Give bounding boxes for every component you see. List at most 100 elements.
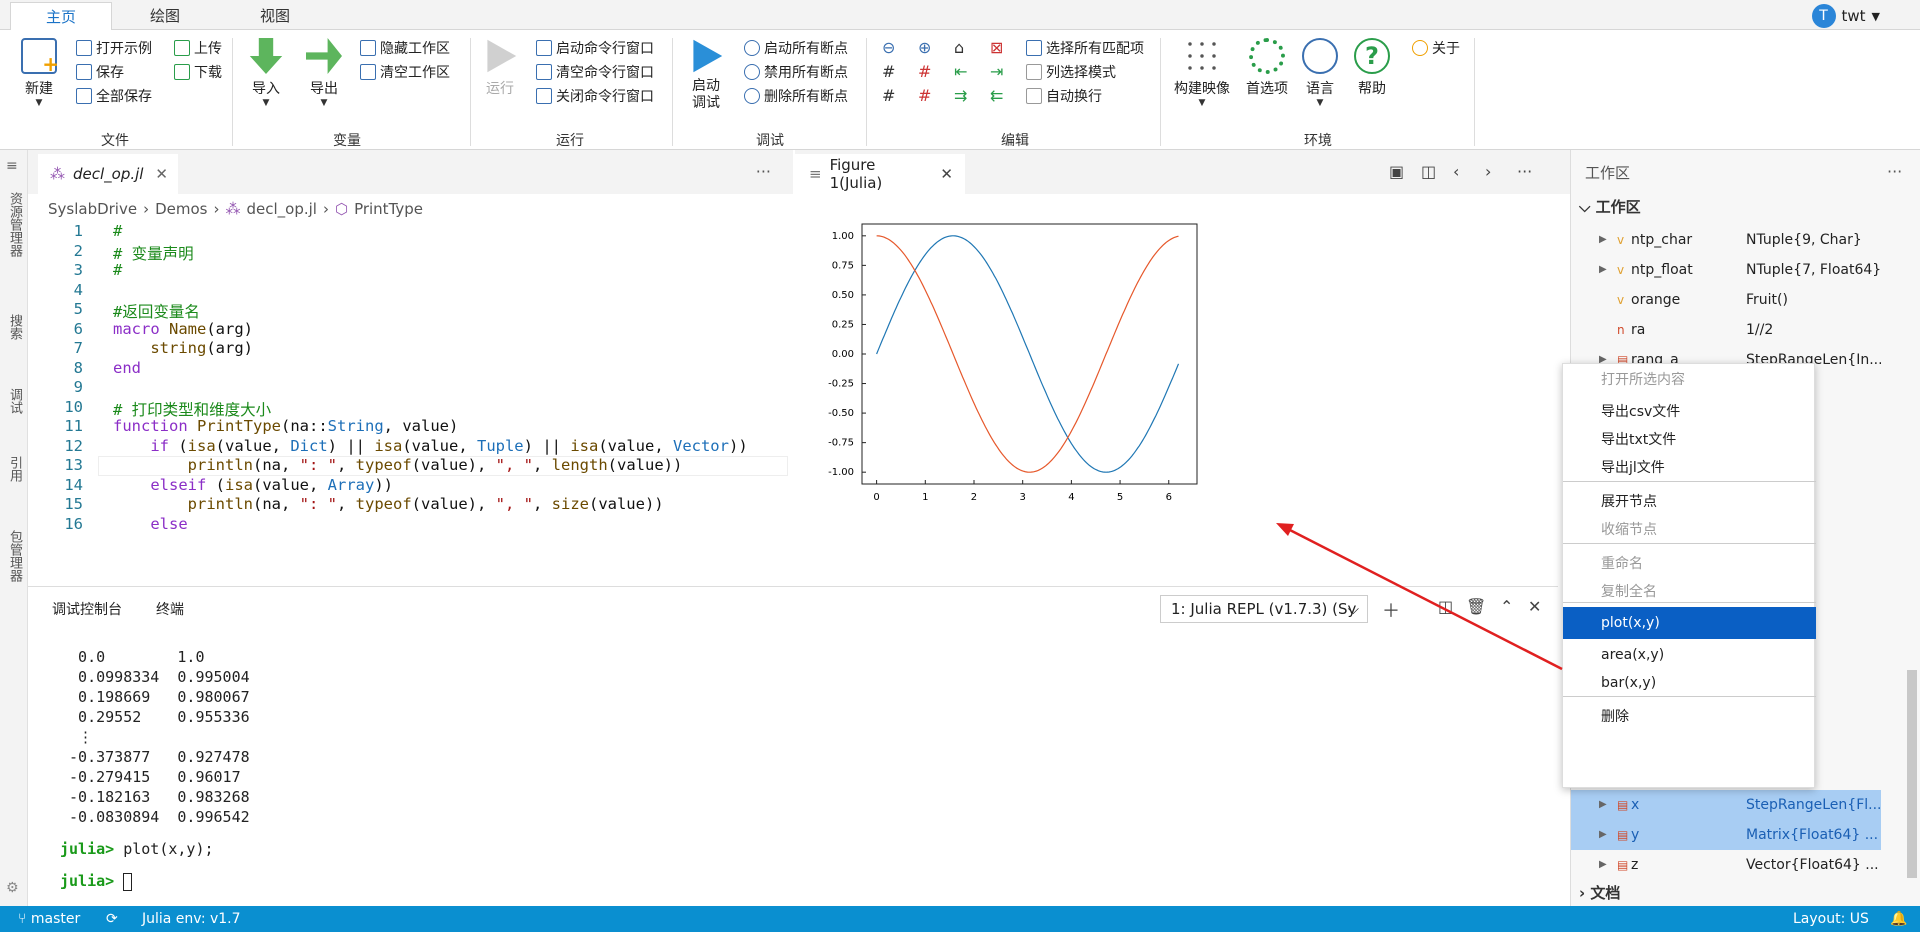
settings-gear-icon[interactable]: ⚙ [6, 880, 19, 896]
menu-icon[interactable]: ≡ [6, 158, 18, 174]
activity-debug[interactable]: 调试 [6, 388, 22, 414]
code-editor[interactable]: 1 #2 # 变量声明 3 #4 5 #返回变量名 6 macro Name(arg) 7 str… [28, 222, 793, 586]
save-button[interactable]: 保存 [76, 62, 124, 82]
delete-breakpoints-button[interactable]: 删除所有断点 [744, 86, 848, 106]
block-uncomment-icon[interactable]: # [918, 86, 931, 105]
clear-cmd-button[interactable]: 清空命令行窗口 [536, 62, 654, 82]
activity-references[interactable]: 引用 [6, 456, 22, 482]
build-image-button[interactable]: 构建映像 ▼ [1170, 38, 1234, 108]
expand-icon[interactable]: ▶ [1599, 225, 1607, 255]
outdent-icon[interactable]: ⇇ [990, 86, 1003, 105]
expand-icon[interactable]: ▶ [1599, 255, 1607, 285]
repl-select[interactable]: 1: Julia REPL (v1.7.3) (Sy ⌵ [1160, 595, 1368, 623]
context-menu-item[interactable]: plot(x,y) [1563, 607, 1816, 639]
workspace-row[interactable]: ▶ v ntp_char NTuple{9, Char} [1571, 225, 1881, 255]
workspace-row[interactable]: n ra 1//2 [1571, 315, 1881, 345]
run-button[interactable]: 运行 [478, 38, 522, 98]
new-button[interactable]: + 新建 ▼ [14, 38, 64, 108]
import-button[interactable]: 导入 ▼ [244, 38, 288, 108]
language-button[interactable]: 语言 ▼ [1300, 38, 1340, 108]
crumb-root[interactable]: SyslabDrive [48, 200, 137, 218]
figure-tab[interactable]: ≡ Figure 1(Julia) ✕ [795, 154, 965, 194]
activity-packages[interactable]: 包管理器 [6, 530, 22, 582]
enable-breakpoints-button[interactable]: 启动所有断点 [744, 38, 848, 58]
export-button[interactable]: 导出 ▼ [302, 38, 346, 108]
context-menu-item[interactable]: 导出jl文件 [1563, 452, 1816, 484]
activity-explorer[interactable]: 资源管理器 [6, 192, 22, 257]
notification-bell-icon[interactable]: 🔔 [1890, 906, 1907, 932]
open-example-button[interactable]: 打开示例 [76, 38, 152, 58]
next-bookmark-icon[interactable]: ⇥ [990, 62, 1003, 81]
comment-icon[interactable]: # [882, 62, 895, 81]
block-comment-icon[interactable]: # [882, 86, 895, 105]
workspace-row[interactable]: ▶ ▤ y Matrix{Float64} ... [1571, 820, 1881, 850]
tab-view[interactable]: 视图 [230, 2, 320, 30]
upload-button[interactable]: 上传 [174, 38, 222, 58]
expand-icon[interactable]: ▶ [1599, 790, 1607, 820]
preferences-button[interactable]: 首选项 [1242, 38, 1292, 98]
close-icon[interactable]: ✕ [155, 165, 168, 183]
tab-debug-console[interactable]: 调试控制台 [52, 599, 122, 619]
editor-tab[interactable]: ⁂ decl_op.jl ✕ [38, 154, 178, 194]
chevron-right-icon[interactable]: › [1485, 162, 1491, 181]
start-cmd-button[interactable]: 启动命令行窗口 [536, 38, 654, 58]
select-all-matches-button[interactable]: 选择所有匹配项 [1026, 38, 1144, 58]
auto-wrap-checkbox[interactable]: 自动换行 [1026, 86, 1102, 106]
expand-icon[interactable]: ▶ [1599, 820, 1607, 850]
indent-icon[interactable]: ⇉ [954, 86, 967, 105]
save-figure-icon[interactable]: ▣ [1389, 162, 1404, 181]
repl-output[interactable]: 0.0 1.0 0.0998334 0.995004 0.198669 0.98… [60, 647, 250, 891]
uncomment-icon[interactable]: # [918, 62, 931, 81]
docs-section[interactable]: › 文档 [1579, 882, 1620, 903]
workspace-row[interactable]: ▶ ▤ x StepRangeLen{Fl... [1571, 790, 1881, 820]
tab-home[interactable]: 主页 [10, 2, 112, 30]
clear-bookmark-icon[interactable]: ⊠ [990, 38, 1003, 57]
arrow-left-circle-icon[interactable]: ⊖ [882, 38, 895, 57]
user-menu[interactable]: T twt ▼ [1811, 4, 1880, 28]
bookmark-icon[interactable]: ⌂ [954, 38, 964, 57]
disable-breakpoints-button[interactable]: 禁用所有断点 [744, 62, 848, 82]
workspace-row[interactable]: ▶ ▤ z Vector{Float64} ... [1571, 850, 1881, 880]
sync-icon[interactable]: ⟳ [106, 906, 118, 932]
split-terminal-icon[interactable]: ◫ [1438, 597, 1453, 616]
clear-workspace-button[interactable]: 清空工作区 [360, 62, 450, 82]
about-button[interactable]: 关于 [1412, 38, 1460, 58]
prev-bookmark-icon[interactable]: ⇤ [954, 62, 967, 81]
add-terminal-icon[interactable]: ＋ [1382, 597, 1400, 623]
layout-indicator[interactable]: Layout: US [1793, 906, 1869, 932]
tab-plot[interactable]: 绘图 [120, 2, 210, 30]
trash-icon[interactable]: 🗑 [1466, 597, 1486, 616]
start-debug-button[interactable]: 启动 调试 [682, 38, 730, 112]
workspace-row[interactable]: ▶ v ntp_float NTuple{7, Float64} [1571, 255, 1881, 285]
workspace-section[interactable]: ⌵ 工作区 [1579, 196, 1641, 217]
close-panel-icon[interactable]: ✕ [1528, 597, 1541, 616]
more-icon[interactable]: ··· [756, 162, 771, 181]
arrow-right-circle-icon[interactable]: ⊕ [918, 38, 931, 57]
more-icon[interactable]: ··· [1887, 162, 1902, 181]
repl-input-line[interactable]: julia> [60, 871, 250, 891]
context-menu-item[interactable]: 删除 [1563, 701, 1816, 733]
context-menu-item[interactable]: 收缩节点 [1563, 514, 1816, 546]
chevron-left-icon[interactable]: ‹ [1453, 162, 1459, 181]
crumb-symbol[interactable]: PrintType [354, 200, 423, 218]
activity-search[interactable]: 搜索 [6, 314, 22, 340]
more-icon[interactable]: ··· [1517, 162, 1532, 181]
expand-icon[interactable]: ▶ [1599, 850, 1607, 880]
save-all-button[interactable]: 全部保存 [76, 86, 152, 106]
context-menu-item[interactable]: 复制全名 [1563, 576, 1816, 608]
split-editor-icon[interactable]: ◫ [1421, 162, 1436, 181]
chevron-up-icon[interactable]: ⌃ [1500, 597, 1513, 616]
crumb-file[interactable]: decl_op.jl [246, 200, 316, 218]
workspace-row[interactable]: v orange Fruit() [1571, 285, 1881, 315]
crumb-folder[interactable]: Demos [155, 200, 207, 218]
julia-env[interactable]: Julia env: v1.7 [142, 906, 241, 932]
context-menu-item[interactable]: bar(x,y) [1563, 667, 1816, 699]
close-icon[interactable]: ✕ [940, 165, 953, 183]
context-menu-item[interactable]: 打开所选内容 [1563, 364, 1816, 396]
tab-terminal[interactable]: 终端 [156, 599, 184, 619]
hide-workspace-button[interactable]: 隐藏工作区 [360, 38, 450, 58]
column-mode-checkbox[interactable]: 列选择模式 [1026, 62, 1116, 82]
scrollbar[interactable] [1907, 670, 1917, 878]
download-button[interactable]: 下载 [174, 62, 222, 82]
close-cmd-button[interactable]: 关闭命令行窗口 [536, 86, 654, 106]
